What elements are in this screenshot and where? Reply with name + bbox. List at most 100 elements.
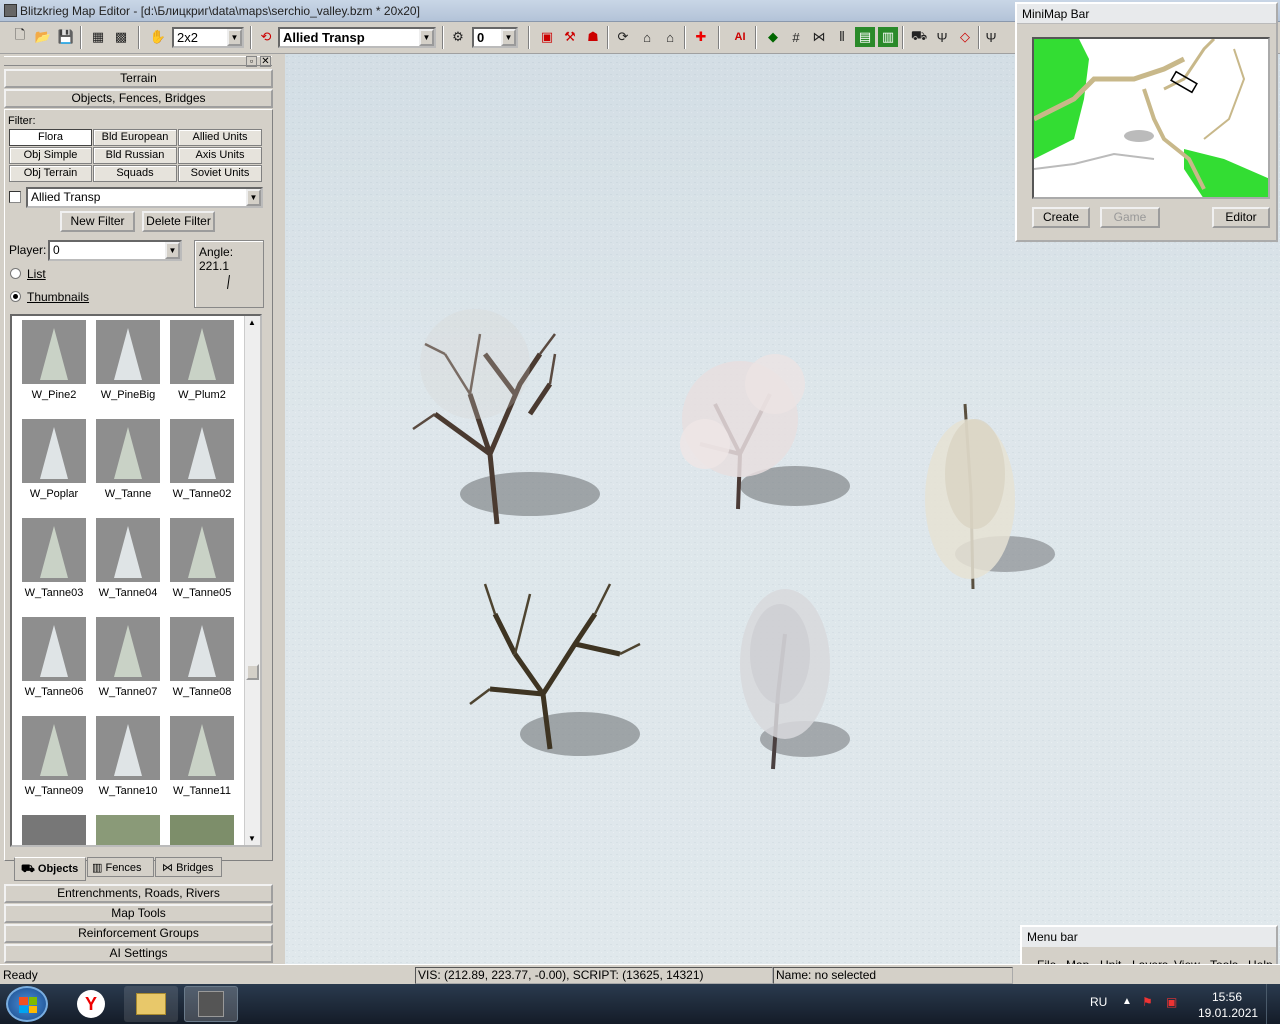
filter-axis-units[interactable]: Axis Units — [178, 147, 262, 164]
thumbnail-item[interactable] — [18, 815, 90, 845]
filter-soviet-units[interactable]: Soviet Units — [178, 165, 262, 182]
thumbnail-item[interactable]: W_Tanne04 — [92, 518, 164, 613]
filter-obj-simple[interactable]: Obj Simple — [9, 147, 92, 164]
thumbnails-radio[interactable] — [10, 291, 21, 302]
minimap-editor-button[interactable]: Editor — [1212, 207, 1270, 228]
yandex-browser-icon[interactable]: Y — [64, 986, 118, 1022]
filter-obj-terrain[interactable]: Obj Terrain — [9, 165, 92, 182]
thumbnail-item[interactable] — [92, 815, 164, 845]
unit-filter-combo[interactable]: Allied Transp ▼ — [278, 27, 436, 48]
thumbnail-item[interactable]: W_Pine2 — [18, 320, 90, 415]
hand-icon[interactable]: ✋ — [148, 27, 168, 47]
chevron-down-icon[interactable]: ▼ — [165, 242, 180, 259]
thumbnail-item[interactable]: W_Tanne03 — [18, 518, 90, 613]
section-terrain[interactable]: Terrain — [4, 69, 273, 88]
filter-squads[interactable]: Squads — [93, 165, 177, 182]
language-indicator[interactable]: RU — [1090, 995, 1107, 1009]
minimap2-toggle-icon[interactable]: ▥ — [878, 27, 898, 47]
flag-icon[interactable]: ⚑ — [1142, 995, 1153, 1009]
network-icon[interactable]: ▣ — [1166, 995, 1177, 1009]
clock-date[interactable]: 19.01.2021 — [1198, 1006, 1258, 1020]
chevron-down-icon[interactable]: ▼ — [419, 29, 434, 46]
tree2-tool-icon[interactable]: Ψ — [981, 27, 1001, 47]
scroll-down-icon[interactable]: ▼ — [248, 834, 256, 843]
thumbnail-item[interactable]: W_Tanne11 — [166, 716, 238, 811]
minimap-game-button[interactable]: Game — [1100, 207, 1160, 228]
brush-size-combo[interactable]: 2x2 ▼ — [172, 27, 244, 48]
tree-tool-icon[interactable]: Ψ — [932, 27, 952, 47]
tray-expand-icon[interactable]: ▲ — [1122, 996, 1132, 1007]
house-icon[interactable]: ⌂ — [637, 27, 657, 47]
house2-icon[interactable]: ⌂ — [660, 27, 680, 47]
thumbnail-item[interactable] — [166, 815, 238, 845]
player-icon[interactable]: ⚙ — [448, 27, 468, 47]
new-file-icon[interactable]: 🗋 — [10, 27, 30, 47]
save-icon[interactable]: 💾 — [56, 27, 76, 47]
file-explorer-icon[interactable] — [124, 986, 178, 1022]
map-editor-task-icon[interactable] — [184, 986, 238, 1022]
panel-float-icon[interactable]: ▫ — [246, 56, 257, 67]
tool-icon-1[interactable]: ▦ — [88, 27, 108, 47]
start-button[interactable] — [6, 986, 48, 1022]
thumbnail-list[interactable]: ▲ ▼ W_Pine2 W_PineBig W_Plum2 W_Poplar W_Tan… — [10, 314, 262, 847]
list-radio[interactable] — [10, 268, 21, 279]
soldier-icon[interactable]: ☗ — [583, 27, 603, 47]
clock-time[interactable]: 15:56 — [1212, 990, 1242, 1004]
chevron-down-icon[interactable]: ▼ — [227, 29, 242, 46]
section-entrenchments[interactable]: Entrenchments, Roads, Rivers — [4, 884, 273, 903]
grid-icon[interactable]: # — [786, 27, 806, 47]
thumbnail-item[interactable]: W_Poplar — [18, 419, 90, 514]
section-objects[interactable]: Objects, Fences, Bridges — [4, 89, 273, 108]
thumbnail-item[interactable]: W_PineBig — [92, 320, 164, 415]
scroll-thumb[interactable] — [246, 664, 259, 680]
list-radio-label[interactable]: List — [27, 267, 46, 281]
tab-bridges[interactable]: ⋈ Bridges — [155, 857, 222, 877]
thumbnail-item[interactable]: W_Tanne02 — [166, 419, 238, 514]
ai-button[interactable]: AI — [730, 27, 750, 47]
minimap-canvas[interactable] — [1032, 37, 1270, 199]
player-combo[interactable]: 0 ▼ — [472, 27, 518, 48]
chevron-down-icon[interactable]: ▼ — [501, 29, 516, 46]
eraser-icon[interactable]: ◇ — [955, 27, 975, 47]
show-desktop-button[interactable] — [1266, 984, 1280, 1024]
delete-filter-button[interactable]: Delete Filter — [142, 211, 215, 232]
thumbnail-item[interactable]: W_Tanne05 — [166, 518, 238, 613]
minimap-toggle-icon[interactable]: ▤ — [855, 27, 875, 47]
thumbnails-radio-label[interactable]: Thumbnails — [27, 290, 89, 304]
minimap-create-button[interactable]: Create — [1032, 207, 1090, 228]
angle-box[interactable]: Angle: 221.1 — [194, 240, 264, 308]
player-select[interactable]: 0 ▼ — [48, 240, 182, 261]
bridge-icon[interactable]: ⋈ — [809, 27, 829, 47]
filter-allied-units[interactable]: Allied Units — [178, 129, 262, 146]
section-map-tools[interactable]: Map Tools — [4, 904, 273, 923]
filter-combo[interactable]: Allied Transp ▼ — [26, 187, 263, 208]
gun-icon[interactable]: ⚒ — [560, 27, 580, 47]
new-filter-button[interactable]: New Filter — [60, 211, 135, 232]
thumbnail-item[interactable]: W_Plum2 — [166, 320, 238, 415]
filter-bld-russian[interactable]: Bld Russian — [93, 147, 177, 164]
filter-bld-european[interactable]: Bld European — [93, 129, 177, 146]
tab-objects[interactable]: ⛟ Objects — [14, 857, 86, 881]
refresh-icon[interactable]: ⟳ — [613, 27, 633, 47]
section-ai-settings[interactable]: AI Settings — [4, 944, 273, 963]
tab-fences[interactable]: ▥ Fences — [87, 857, 154, 877]
tank-icon[interactable]: ⛟ — [909, 27, 929, 47]
open-folder-icon[interactable]: 📂 — [33, 27, 53, 47]
thumbnail-item[interactable]: W_Tanne09 — [18, 716, 90, 811]
add-red-icon[interactable]: ✚ — [691, 27, 711, 47]
bars-icon[interactable]: ⫴ — [832, 27, 852, 47]
layer-icon[interactable]: ◆ — [763, 27, 783, 47]
chevron-down-icon[interactable]: ▼ — [246, 189, 261, 206]
thumbnail-item[interactable]: W_Tanne10 — [92, 716, 164, 811]
thumbnail-item[interactable]: W_Tanne — [92, 419, 164, 514]
filter-checkbox[interactable] — [9, 191, 21, 203]
undo-icon[interactable]: ⟲ — [256, 27, 276, 47]
thumbnail-item[interactable]: W_Tanne06 — [18, 617, 90, 712]
thumbnail-item[interactable]: W_Tanne08 — [166, 617, 238, 712]
thumbnail-scrollbar[interactable]: ▲ ▼ — [244, 316, 260, 845]
section-reinforcement-groups[interactable]: Reinforcement Groups — [4, 924, 273, 943]
scroll-up-icon[interactable]: ▲ — [248, 318, 256, 327]
panel-close-icon[interactable]: ✕ — [260, 56, 271, 67]
thumbnail-item[interactable]: W_Tanne07 — [92, 617, 164, 712]
building-icon[interactable]: ▣ — [537, 27, 557, 47]
